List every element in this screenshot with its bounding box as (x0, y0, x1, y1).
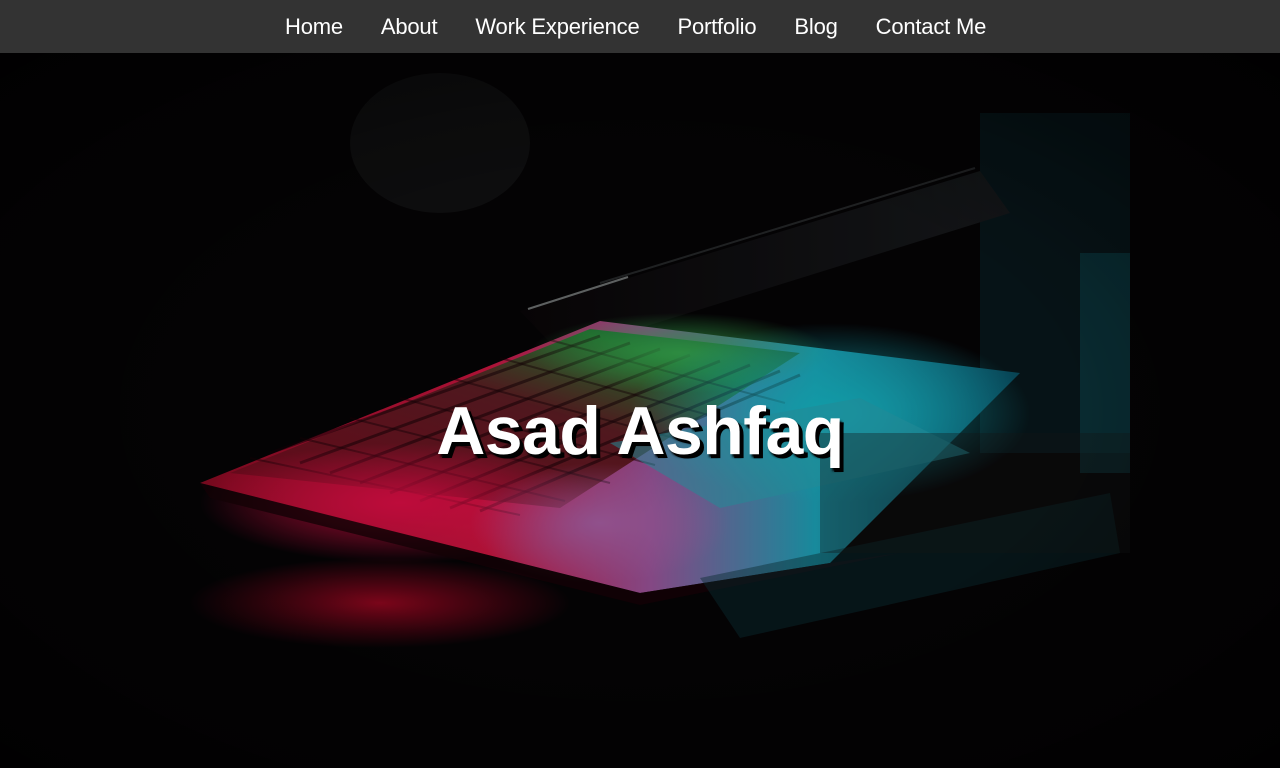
top-navbar: Home About Work Experience Portfolio Blo… (0, 0, 1280, 53)
nav-link-blog[interactable]: Blog (775, 0, 856, 53)
nav-about: About (362, 0, 457, 53)
nav-link-about[interactable]: About (362, 0, 457, 53)
nav-home: Home (266, 0, 362, 53)
hero-title: Asad Ashfaq (436, 392, 844, 469)
nav-link-work-experience[interactable]: Work Experience (456, 0, 658, 53)
nav-link-contact-me[interactable]: Contact Me (857, 0, 1006, 53)
hero-section: Asad Ashfaq (0, 53, 1280, 768)
nav-blog: Blog (775, 0, 856, 53)
nav-link-home[interactable]: Home (266, 0, 362, 53)
nav-portfolio: Portfolio (659, 0, 776, 53)
nav-menu: Home About Work Experience Portfolio Blo… (266, 0, 1005, 53)
page: Home About Work Experience Portfolio Blo… (0, 0, 1280, 768)
nav-link-portfolio[interactable]: Portfolio (659, 0, 776, 53)
nav-contact-me: Contact Me (857, 0, 1006, 53)
nav-work-experience: Work Experience (456, 0, 658, 53)
